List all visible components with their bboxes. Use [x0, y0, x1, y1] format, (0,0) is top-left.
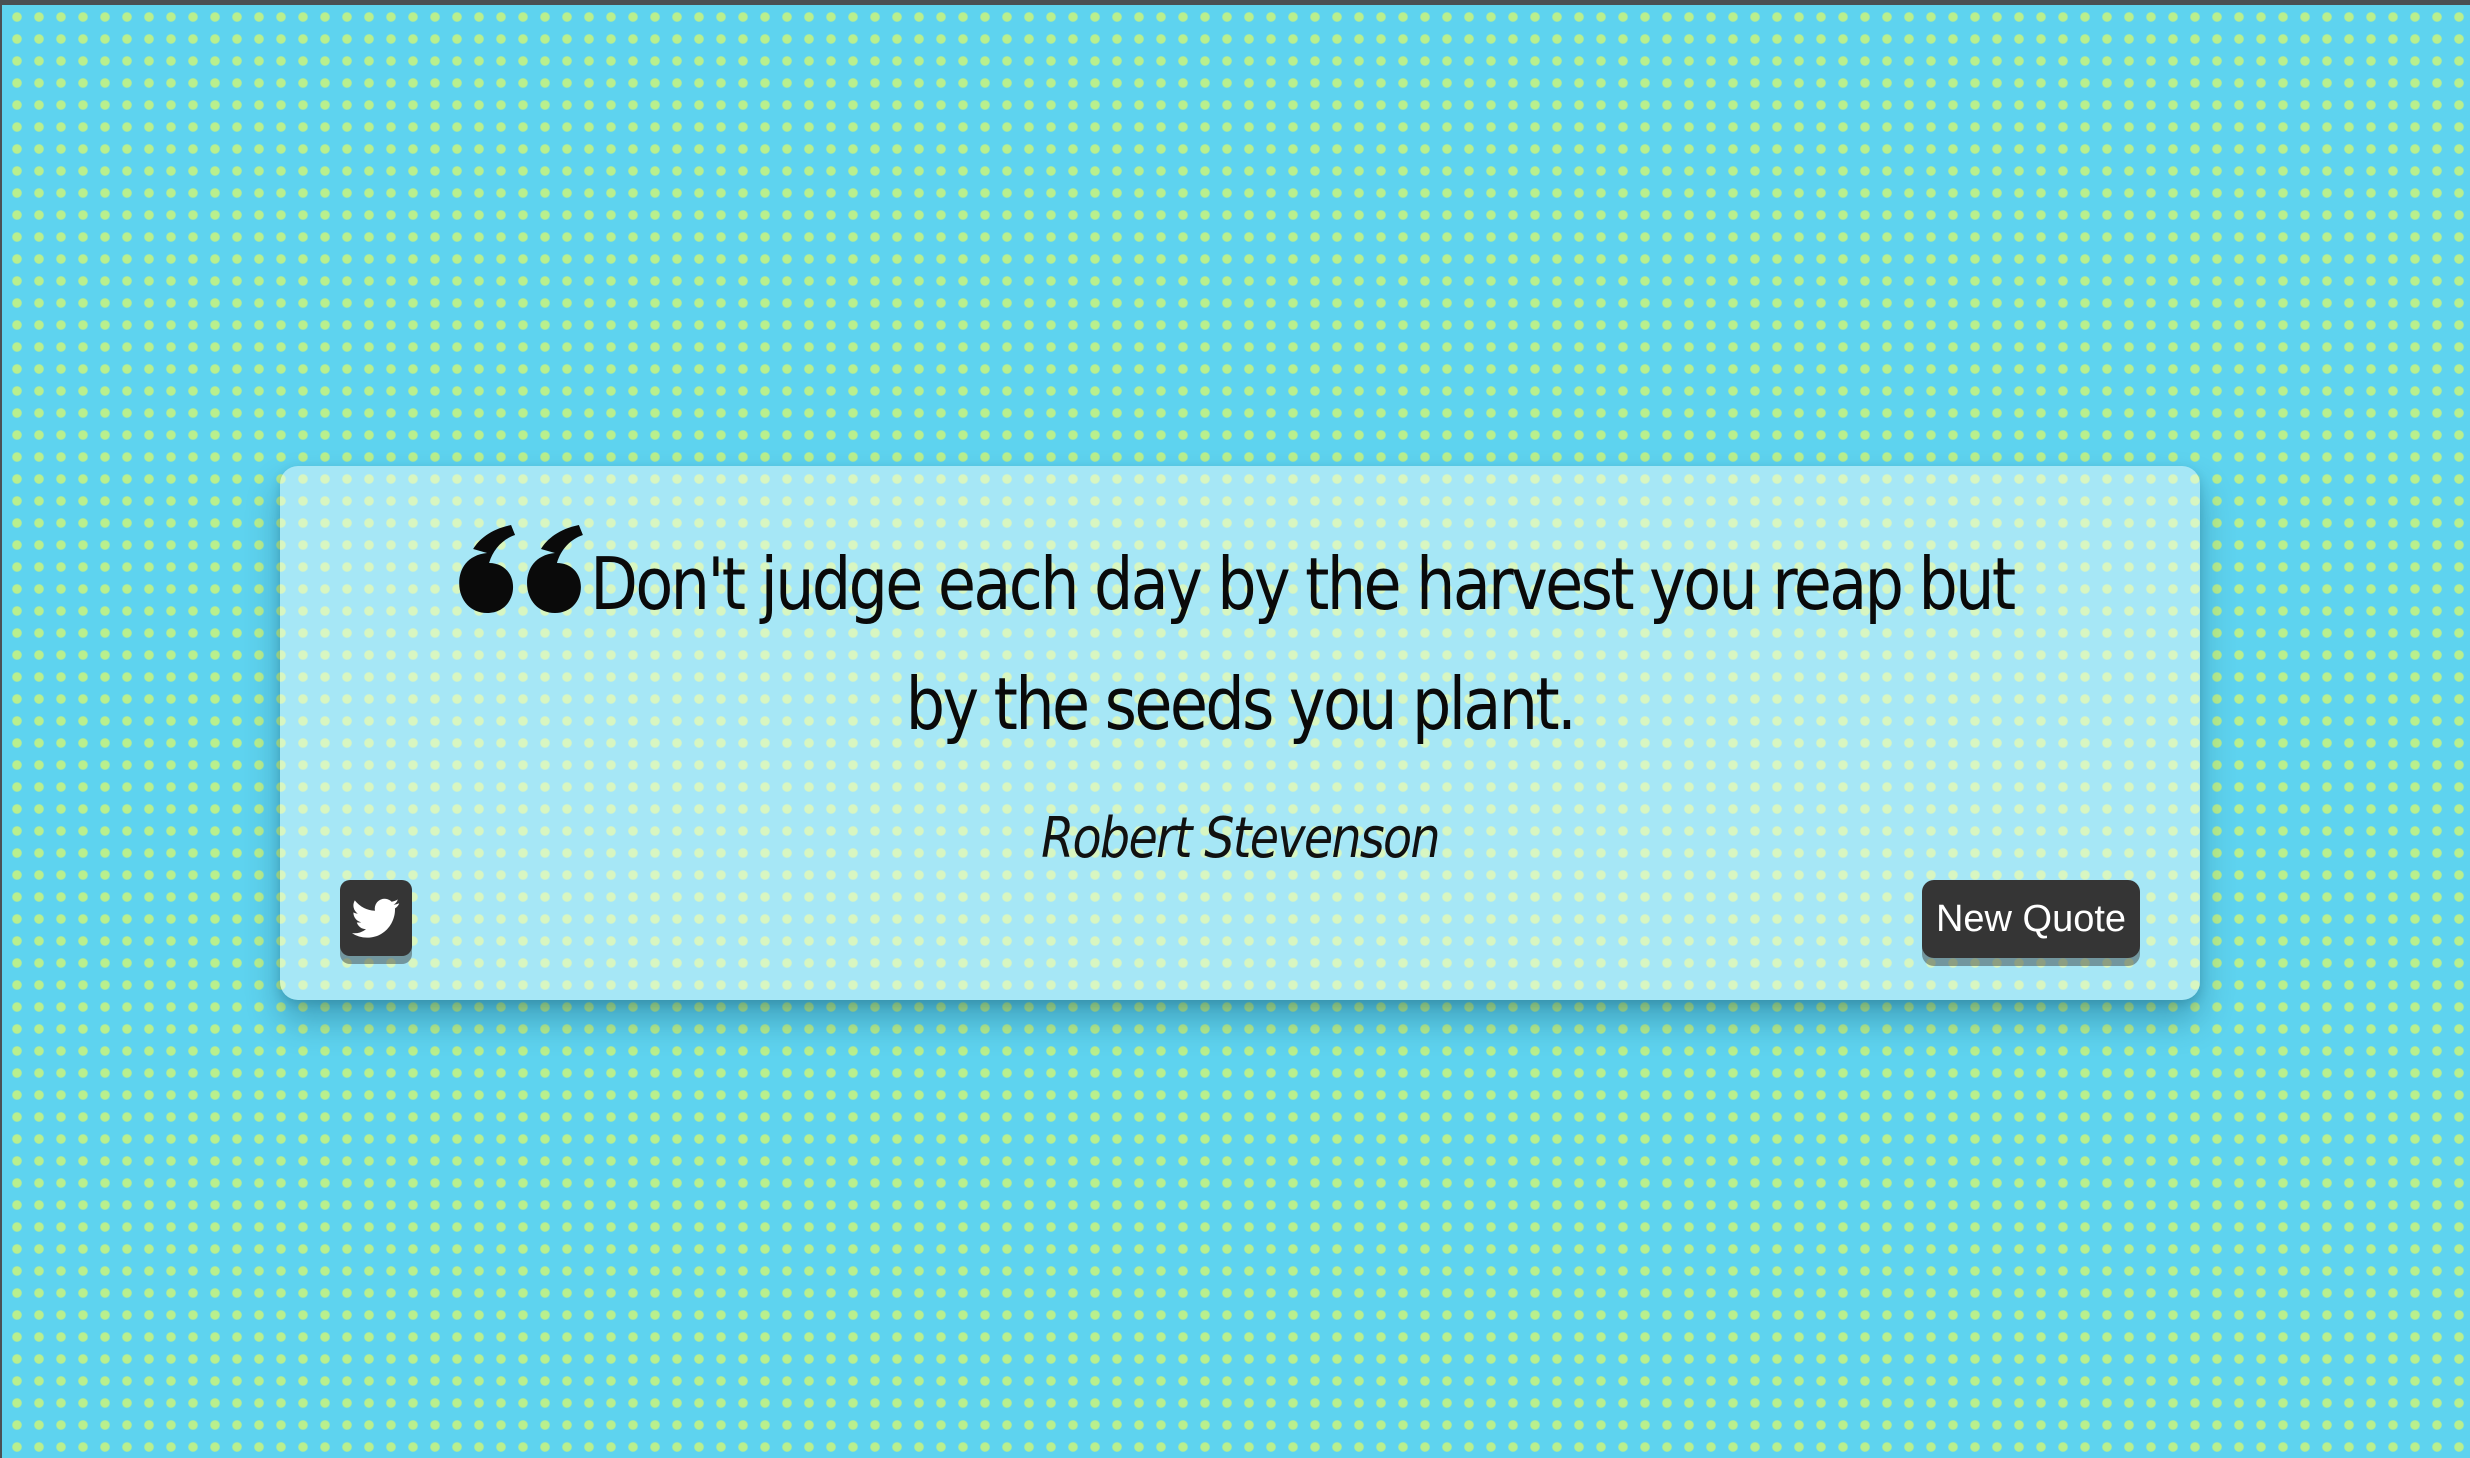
quote-card: Don't judge each day by the harvest you … — [280, 466, 2200, 1000]
window-left-border — [0, 0, 2, 1458]
new-quote-button[interactable]: New Quote — [1922, 880, 2140, 958]
window-top-border — [0, 0, 2470, 5]
tweet-button[interactable] — [340, 880, 412, 956]
quote-author: Robert Stevenson — [1041, 806, 1440, 871]
quote-block: Don't judge each day by the harvest you … — [459, 524, 2016, 764]
quote-left-icon — [459, 525, 584, 613]
quote-text: Don't judge each day by the harvest you … — [590, 542, 2016, 746]
twitter-icon — [352, 898, 400, 938]
